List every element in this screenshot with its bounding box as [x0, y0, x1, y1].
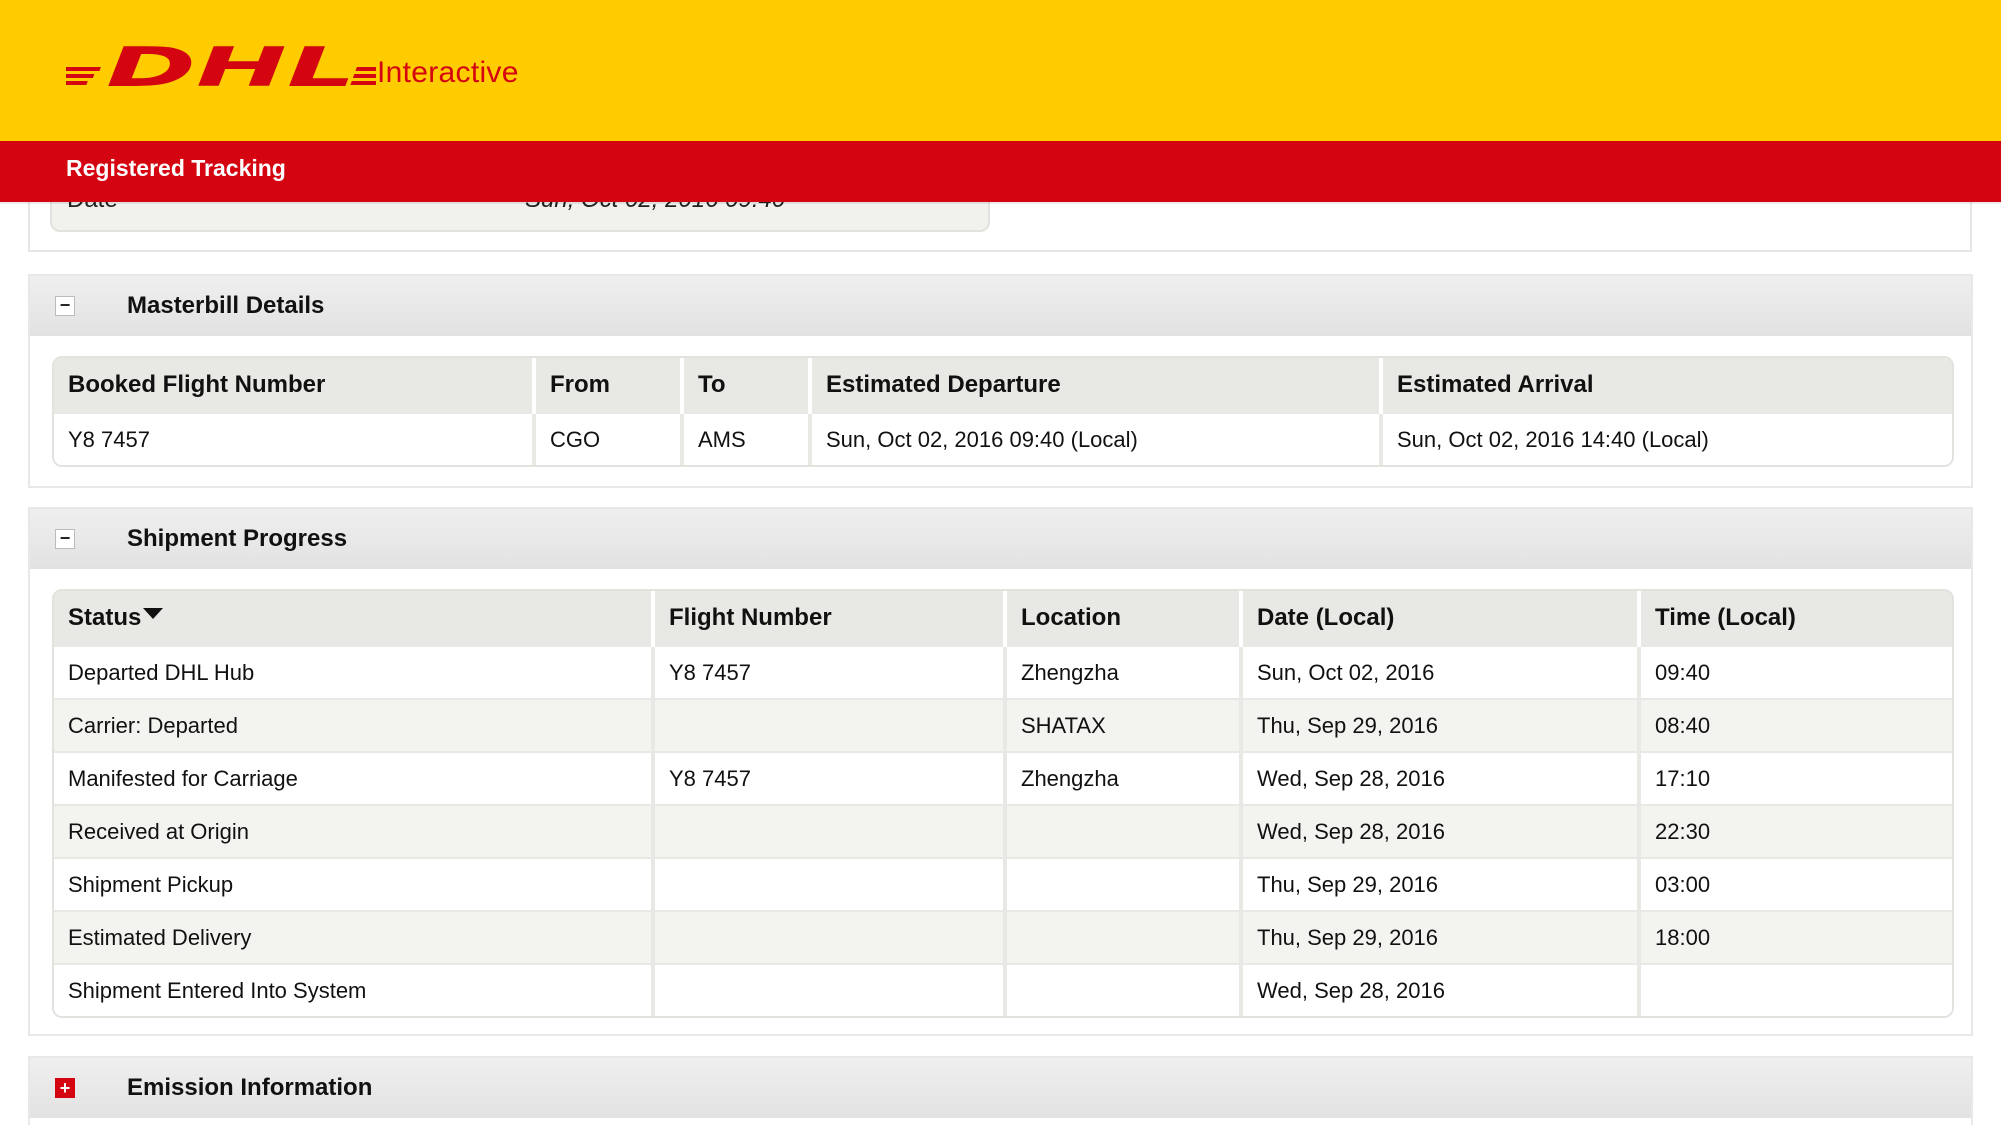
time-cell: 09:40 [1639, 645, 1952, 699]
table-row: Departed DHL Hub Y8 7457 Zhengzha Sun, O… [54, 645, 1952, 699]
col-estimated-arrival[interactable]: Estimated Arrival [1381, 358, 1952, 413]
location-cell: Zhengzha [1005, 645, 1243, 699]
time-cell: 03:00 [1639, 857, 1952, 911]
location-cell [1005, 857, 1243, 911]
time-cell: 22:30 [1639, 804, 1952, 858]
masterbill-section: − Masterbill Details Booked Flight Numbe… [28, 274, 1973, 488]
flight-number-cell [653, 804, 1007, 858]
expand-icon[interactable]: + [55, 1078, 75, 1098]
table-row: Shipment Pickup Thu, Sep 29, 2016 03:00 [54, 857, 1952, 911]
emission-header[interactable]: + Emission Information [30, 1058, 1971, 1118]
progress-header-row: Status Flight Number Location Date (Loca… [54, 591, 1952, 646]
flight-number-cell [653, 698, 1007, 752]
status-cell: Carrier: Departed [54, 698, 655, 752]
time-cell [1639, 963, 1952, 1016]
emission-section: + Emission Information [28, 1056, 1973, 1125]
date-cell: Wed, Sep 28, 2016 [1241, 963, 1641, 1016]
col-status-label: Status [68, 604, 142, 631]
table-row: Manifested for Carriage Y8 7457 Zhengzha… [54, 751, 1952, 805]
shipment-progress-title: Shipment Progress [127, 525, 348, 552]
dhl-logo[interactable]: DHL [66, 42, 376, 92]
date-cell: Thu, Sep 29, 2016 [1241, 698, 1641, 752]
flight-number-cell [653, 963, 1007, 1016]
masterbill-header-row: Booked Flight Number From To Estimated D… [54, 358, 1952, 413]
flight-number-cell [653, 857, 1007, 911]
col-location[interactable]: Location [1005, 591, 1243, 646]
date-cell: Sun, Oct 02, 2016 [1241, 645, 1641, 699]
from-airport: CGO [534, 412, 684, 465]
flight-number-cell [653, 910, 1007, 964]
table-row: Shipment Entered Into System Wed, Sep 28… [54, 963, 1952, 1016]
booked-flight-number: Y8 7457 [54, 412, 536, 465]
table-row: Received at Origin Wed, Sep 28, 2016 22:… [54, 804, 1952, 858]
status-cell: Received at Origin [54, 804, 655, 858]
brand-suffix: Interactive [377, 56, 519, 89]
masterbill-table: Booked Flight Number From To Estimated D… [52, 356, 1954, 467]
shipment-progress-header[interactable]: − Shipment Progress [30, 509, 1971, 569]
sort-desc-icon[interactable] [143, 608, 164, 619]
status-cell: Shipment Pickup [54, 857, 655, 911]
col-flight-number[interactable]: Flight Number [653, 591, 1007, 646]
col-from[interactable]: From [534, 358, 684, 413]
flight-number-cell: Y8 7457 [653, 751, 1007, 805]
date-cell: Wed, Sep 28, 2016 [1241, 804, 1641, 858]
emission-title: Emission Information [127, 1074, 373, 1101]
table-row: Estimated Delivery Thu, Sep 29, 2016 18:… [54, 910, 1952, 964]
estimated-departure: Sun, Oct 02, 2016 09:40 (Local) [810, 412, 1383, 465]
location-cell [1005, 804, 1243, 858]
location-cell [1005, 963, 1243, 1016]
flight-number-cell: Y8 7457 [653, 645, 1007, 699]
status-cell: Estimated Delivery [54, 910, 655, 964]
shipment-progress-section: − Shipment Progress Status Flight Number… [28, 507, 1973, 1036]
col-status[interactable]: Status [54, 591, 655, 646]
time-cell: 08:40 [1639, 698, 1952, 752]
status-cell: Shipment Entered Into System [54, 963, 655, 1016]
page-title: Registered Tracking [66, 155, 286, 181]
table-row: Carrier: Departed SHATAX Thu, Sep 29, 20… [54, 698, 1952, 752]
collapse-icon[interactable]: − [55, 529, 75, 549]
masterbill-header[interactable]: − Masterbill Details [30, 276, 1971, 336]
col-time-local[interactable]: Time (Local) [1639, 591, 1952, 646]
location-cell: Zhengzha [1005, 751, 1243, 805]
estimated-arrival: Sun, Oct 02, 2016 14:40 (Local) [1381, 412, 1952, 465]
status-cell: Manifested for Carriage [54, 751, 655, 805]
table-row: Y8 7457 CGO AMS Sun, Oct 02, 2016 09:40 … [54, 412, 1952, 465]
time-cell: 17:10 [1639, 751, 1952, 805]
location-cell: SHATAX [1005, 698, 1243, 752]
date-cell: Thu, Sep 29, 2016 [1241, 857, 1641, 911]
title-bar [0, 141, 2001, 202]
to-airport: AMS [682, 412, 812, 465]
date-cell: Thu, Sep 29, 2016 [1241, 910, 1641, 964]
svg-text:DHL: DHL [106, 42, 356, 92]
header-bar: DHL Interactive [0, 0, 2001, 141]
collapse-icon[interactable]: − [55, 296, 75, 316]
time-cell: 18:00 [1639, 910, 1952, 964]
status-cell: Departed DHL Hub [54, 645, 655, 699]
shipment-progress-table: Status Flight Number Location Date (Loca… [52, 589, 1954, 1018]
col-estimated-departure[interactable]: Estimated Departure [810, 358, 1383, 413]
col-to[interactable]: To [682, 358, 812, 413]
date-cell: Wed, Sep 28, 2016 [1241, 751, 1641, 805]
col-date-local[interactable]: Date (Local) [1241, 591, 1641, 646]
header-shadow [0, 202, 2001, 204]
location-cell [1005, 910, 1243, 964]
masterbill-title: Masterbill Details [127, 292, 325, 319]
col-booked-flight-number[interactable]: Booked Flight Number [54, 358, 536, 413]
